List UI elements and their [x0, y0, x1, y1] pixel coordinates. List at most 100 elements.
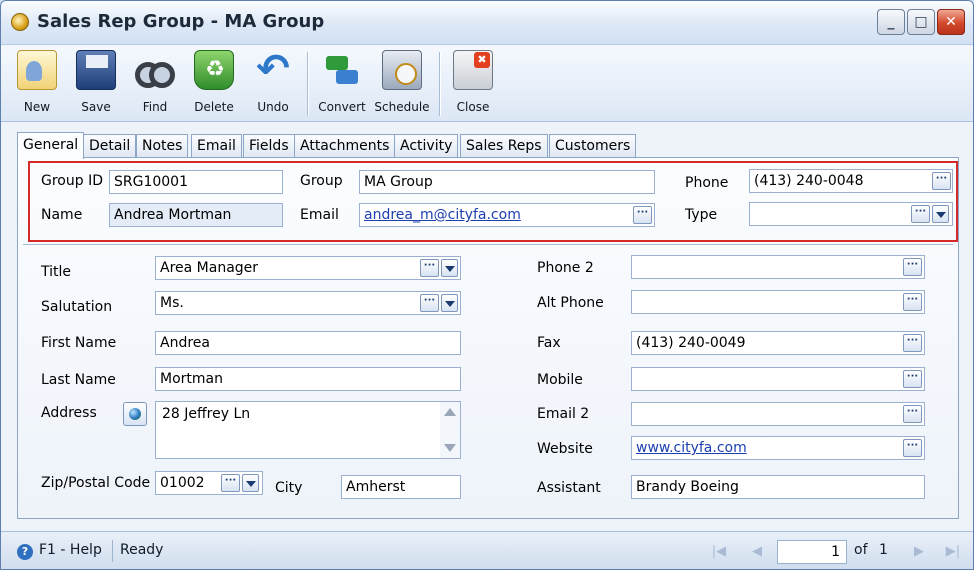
tab-email[interactable]: Email [191, 134, 242, 158]
delete-label: Delete [194, 100, 234, 114]
tab-detail[interactable]: Detail [83, 134, 137, 158]
toolbar-separator [307, 52, 308, 116]
minimize-button[interactable]: _ [877, 9, 905, 35]
delete-button[interactable]: Delete [186, 50, 242, 118]
salutation-ellipsis-button[interactable]: ··· [420, 294, 439, 312]
city-field[interactable]: Amherst [341, 475, 461, 499]
status-separator [112, 540, 113, 562]
website-ellipsis-button[interactable]: ··· [903, 439, 922, 457]
find-label: Find [142, 100, 168, 114]
close-label: Close [456, 100, 490, 114]
fax-label: Fax [537, 335, 561, 351]
website-value[interactable]: www.cityfa.com [636, 440, 747, 456]
new-record-icon [17, 50, 57, 90]
first-name-label: First Name [41, 335, 117, 351]
toolbar: New Save Find Delete Undo Convert Schedu… [1, 46, 973, 122]
tab-attachments[interactable]: Attachments [294, 134, 396, 158]
scroll-down-arrow-icon[interactable] [444, 444, 456, 452]
new-label: New [23, 100, 51, 114]
tab-notes[interactable]: Notes [136, 134, 189, 158]
close-window-button[interactable]: ✕ [937, 9, 965, 35]
last-name-field[interactable]: Mortman [155, 367, 461, 391]
assistant-value: Brandy Boeing [636, 479, 739, 495]
address-scrollbar[interactable] [440, 402, 460, 458]
schedule-button[interactable]: Schedule [374, 50, 430, 118]
page-current: 1 [831, 544, 840, 560]
first-record-icon[interactable]: |◀ [711, 544, 727, 560]
floppy-disk-icon [76, 50, 116, 90]
first-name-field[interactable]: Andrea [155, 331, 461, 355]
window: Sales Rep Group - MA Group _ □ ✕ New Sav… [0, 0, 974, 570]
title-dropdown-button[interactable] [441, 259, 458, 277]
status-text: Ready [120, 542, 164, 558]
assistant-label: Assistant [537, 480, 601, 496]
title-ellipsis-button[interactable]: ··· [420, 259, 439, 277]
save-label: Save [81, 100, 111, 114]
undo-button[interactable]: Undo [245, 46, 301, 118]
email2-field[interactable] [631, 402, 925, 426]
alt-phone-label: Alt Phone [537, 295, 604, 311]
mobile-label: Mobile [537, 372, 583, 388]
alt-phone-ellipsis-button[interactable]: ··· [903, 293, 922, 311]
help-icon[interactable]: ? [17, 544, 33, 560]
zip-dropdown-button[interactable] [242, 474, 259, 492]
header-divider [23, 244, 953, 245]
header-highlight-box [28, 161, 958, 242]
zip-ellipsis-button[interactable]: ··· [221, 474, 240, 492]
salutation-field[interactable]: Ms. [155, 291, 461, 315]
fax-ellipsis-button[interactable]: ··· [903, 334, 922, 352]
convert-label: Convert [318, 100, 366, 114]
schedule-label: Schedule [374, 100, 430, 114]
salutation-dropdown-button[interactable] [441, 294, 458, 312]
phone2-field[interactable] [631, 255, 925, 279]
undo-label: Undo [257, 100, 289, 114]
tab-activity[interactable]: Activity [394, 134, 459, 158]
map-globe-button[interactable] [123, 402, 147, 426]
website-label: Website [537, 441, 593, 457]
undo-arrow-icon [253, 46, 293, 92]
zip-value: 01002 [160, 475, 205, 491]
website-field[interactable]: www.cityfa.com [631, 436, 925, 460]
tab-customers[interactable]: Customers [549, 134, 637, 158]
mobile-field[interactable] [631, 367, 925, 391]
new-button[interactable]: New [9, 50, 65, 118]
title-field[interactable]: Area Manager [155, 256, 461, 280]
convert-button[interactable]: Convert [314, 50, 370, 118]
page-of-label: of [854, 542, 868, 558]
email2-label: Email 2 [537, 406, 590, 422]
assistant-field[interactable]: Brandy Boeing [631, 475, 925, 499]
close-button[interactable]: Close [445, 50, 501, 118]
previous-record-icon[interactable]: ◀ [749, 544, 765, 560]
city-value: Amherst [346, 479, 406, 495]
email2-ellipsis-button[interactable]: ··· [903, 405, 922, 423]
tab-sales-reps[interactable]: Sales Reps [460, 134, 548, 158]
phone2-label: Phone 2 [537, 260, 594, 276]
schedule-clock-icon [382, 50, 422, 90]
mobile-ellipsis-button[interactable]: ··· [903, 370, 922, 388]
zip-label: Zip/Postal Code [41, 475, 151, 491]
next-record-icon[interactable]: ▶ [911, 544, 927, 560]
tab-general[interactable]: General [17, 132, 85, 159]
title-label: Title [41, 264, 72, 280]
tab-fields[interactable]: Fields [243, 134, 295, 158]
last-record-icon[interactable]: ▶| [945, 544, 961, 560]
find-button[interactable]: Find [127, 50, 183, 118]
help-text[interactable]: F1 - Help [39, 542, 102, 558]
address-field[interactable]: 28 Jeffrey Ln [155, 401, 461, 459]
save-button[interactable]: Save [68, 50, 124, 118]
phone2-ellipsis-button[interactable]: ··· [903, 258, 922, 276]
scroll-up-arrow-icon[interactable] [444, 408, 456, 416]
convert-icon [322, 50, 362, 90]
page-total: 1 [879, 542, 888, 558]
title-value: Area Manager [160, 260, 259, 276]
title-bar: Sales Rep Group - MA Group _ □ ✕ [1, 1, 973, 45]
fax-field[interactable]: (413) 240-0049 [631, 331, 925, 355]
status-bar: ? F1 - Help Ready |◀ ◀ 1 of 1 ▶ ▶| [1, 531, 973, 569]
alt-phone-field[interactable] [631, 290, 925, 314]
salutation-value: Ms. [160, 295, 184, 311]
fax-value: (413) 240-0049 [636, 335, 746, 351]
page-number-input[interactable]: 1 [777, 540, 847, 564]
recycle-bin-icon [194, 50, 235, 90]
maximize-button[interactable]: □ [907, 9, 935, 35]
app-icon [11, 13, 29, 31]
